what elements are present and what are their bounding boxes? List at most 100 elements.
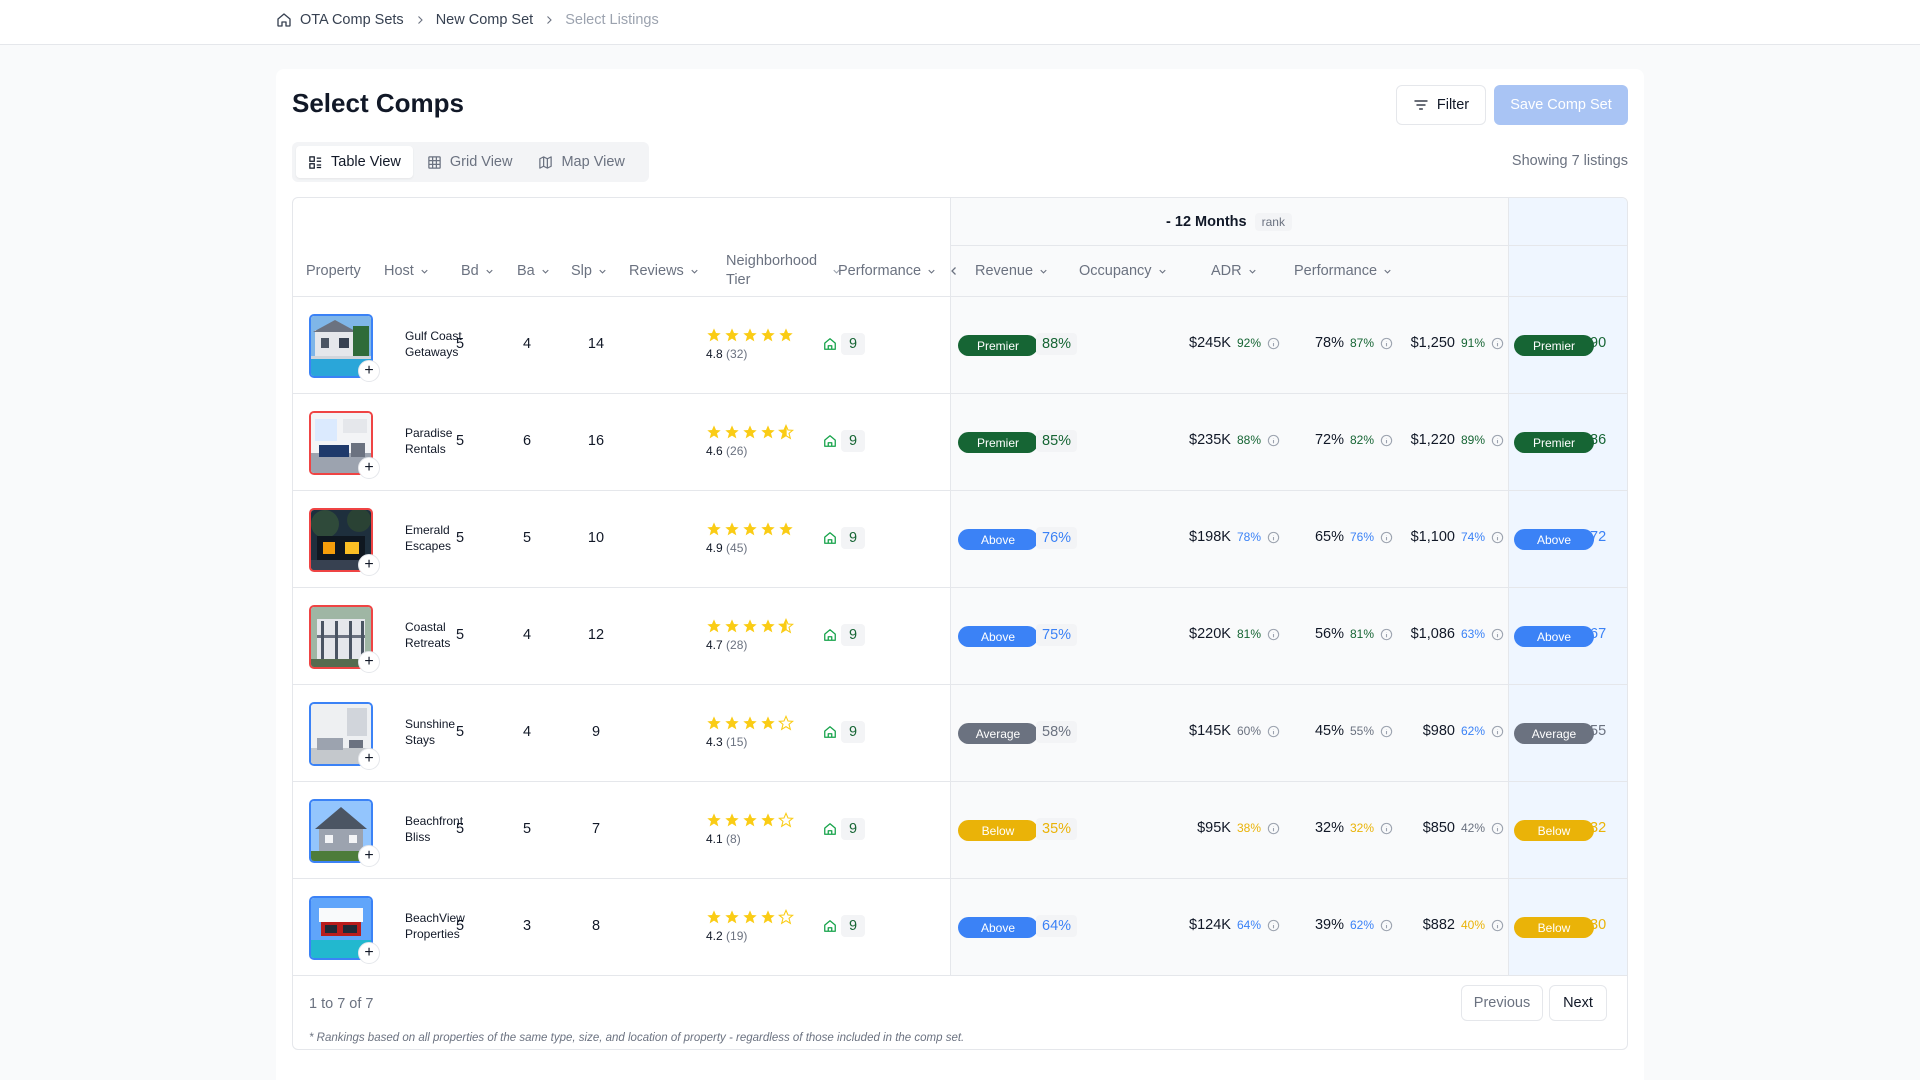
info-icon[interactable]: [1491, 628, 1504, 641]
col-header-occupancy[interactable]: Occupancy: [1079, 246, 1168, 296]
info-icon[interactable]: [1491, 434, 1504, 447]
occupancy-cell: 39% 62%: [1315, 917, 1393, 933]
col-header-performance-2[interactable]: Performance: [1294, 246, 1393, 296]
occupancy-rank: 62%: [1349, 918, 1374, 932]
star-rating: [706, 618, 794, 634]
info-icon[interactable]: [1267, 337, 1280, 350]
occupancy-rank: 87%: [1349, 336, 1374, 350]
info-icon[interactable]: [1491, 822, 1504, 835]
sleeps: 12: [587, 627, 605, 643]
rating-text: 4.1 (8): [706, 832, 741, 846]
col-header-slp[interactable]: Slp: [571, 246, 608, 296]
star-rating: [706, 812, 794, 828]
col-header-ba[interactable]: Ba: [517, 246, 551, 296]
add-comp-button[interactable]: +: [358, 748, 380, 770]
star-icon: [742, 715, 758, 731]
previous-button[interactable]: Previous: [1461, 985, 1543, 1021]
col-header-adr[interactable]: ADR: [1211, 246, 1258, 296]
star-icon: [778, 812, 794, 828]
add-comp-button[interactable]: +: [358, 360, 380, 382]
table-row: + BeachView Properties 5 3 8 4.2 (19) 9 Above 64…: [293, 879, 1627, 976]
info-icon[interactable]: [1267, 531, 1280, 544]
tab-table-view[interactable]: Table View: [296, 146, 413, 178]
save-comp-set-button[interactable]: Save Comp Set: [1494, 85, 1628, 125]
info-icon[interactable]: [1491, 919, 1504, 932]
star-icon: [742, 812, 758, 828]
info-icon[interactable]: [1380, 822, 1393, 835]
col-header-label: Bd: [461, 263, 479, 279]
info-icon[interactable]: [1380, 531, 1393, 544]
col-header-bd[interactable]: Bd: [461, 246, 495, 296]
tab-map-view[interactable]: Map View: [526, 146, 636, 178]
add-comp-button[interactable]: +: [358, 651, 380, 673]
rating-value: 4.3: [706, 735, 723, 749]
star-icon: [778, 424, 794, 440]
tier-value: 9: [841, 333, 866, 355]
add-comp-button[interactable]: +: [358, 845, 380, 867]
col-header-neighborhood-tier[interactable]: Neighborhood Tier: [726, 246, 842, 296]
col-header-label: Revenue: [975, 263, 1034, 279]
star-icon: [706, 424, 722, 440]
performance-badge-2: Below: [1514, 820, 1594, 841]
breadcrumb-select-listings: Select Listings: [565, 12, 659, 28]
add-comp-button[interactable]: +: [358, 554, 380, 576]
adr-cell: $1,250 91%: [1411, 335, 1504, 351]
info-icon[interactable]: [1380, 434, 1393, 447]
breadcrumb-ota-comp-sets[interactable]: OTA Comp Sets: [300, 12, 404, 28]
add-comp-button[interactable]: +: [358, 457, 380, 479]
revenue-rank: 88%: [1236, 433, 1261, 447]
home-icon: [823, 337, 837, 351]
info-icon[interactable]: [1380, 725, 1393, 738]
info-icon[interactable]: [1267, 628, 1280, 641]
info-icon[interactable]: [1267, 822, 1280, 835]
col-header-performance[interactable]: Performance: [838, 246, 960, 296]
info-icon[interactable]: [1491, 337, 1504, 350]
chevron-left-icon[interactable]: [948, 265, 960, 277]
revenue-rank: 38%: [1236, 821, 1261, 835]
review-count: (45): [726, 541, 748, 555]
col-header-label: Performance: [838, 263, 922, 279]
table-view-icon: [308, 155, 323, 170]
star-icon: [778, 618, 794, 634]
star-rating: [706, 909, 794, 925]
neighborhood-tier: 9: [823, 527, 866, 549]
info-icon[interactable]: [1267, 725, 1280, 738]
home-icon[interactable]: [276, 12, 292, 28]
performance-badge: Above: [958, 529, 1038, 550]
revenue-value: $235K: [1189, 432, 1231, 448]
performance-badge: Below: [958, 820, 1038, 841]
star-icon: [760, 909, 776, 925]
info-icon[interactable]: [1380, 628, 1393, 641]
tab-grid-view[interactable]: Grid View: [415, 146, 525, 178]
col-header-revenue[interactable]: Revenue: [975, 246, 1049, 296]
table-row: + Gulf Coast Getaways 5 4 14 4.8 (32) 9 Premier…: [293, 297, 1627, 394]
home-icon: [823, 531, 837, 545]
star-icon: [742, 521, 758, 537]
col-header-host[interactable]: Host: [384, 246, 430, 296]
info-icon[interactable]: [1380, 919, 1393, 932]
occupancy-value: 72%: [1314, 432, 1344, 448]
add-comp-button[interactable]: +: [358, 942, 380, 964]
info-icon[interactable]: [1491, 531, 1504, 544]
performance-percent: 58%: [1036, 721, 1078, 743]
occupancy-value: 45%: [1314, 723, 1344, 739]
filter-button[interactable]: Filter: [1396, 85, 1486, 125]
next-button[interactable]: Next: [1549, 985, 1607, 1021]
revenue-value: $220K: [1189, 626, 1231, 642]
adr-value: $1,100: [1410, 529, 1455, 545]
review-count: (8): [726, 832, 741, 846]
info-icon[interactable]: [1491, 725, 1504, 738]
info-icon[interactable]: [1267, 434, 1280, 447]
occupancy-rank: 32%: [1349, 821, 1374, 835]
col-header-label: ADR: [1211, 263, 1242, 279]
breadcrumb-new-comp-set[interactable]: New Comp Set: [436, 12, 534, 28]
revenue-rank: 64%: [1236, 918, 1261, 932]
top-bar: OTA Comp Sets New Comp Set Select Listin…: [0, 0, 1920, 45]
review-count: (28): [726, 638, 748, 652]
divider: [1508, 245, 1627, 246]
info-icon[interactable]: [1267, 919, 1280, 932]
col-header-reviews[interactable]: Reviews: [629, 246, 700, 296]
info-icon[interactable]: [1380, 337, 1393, 350]
sleeps: 8: [591, 918, 601, 934]
revenue-cell: $95K 38%: [1197, 820, 1280, 836]
